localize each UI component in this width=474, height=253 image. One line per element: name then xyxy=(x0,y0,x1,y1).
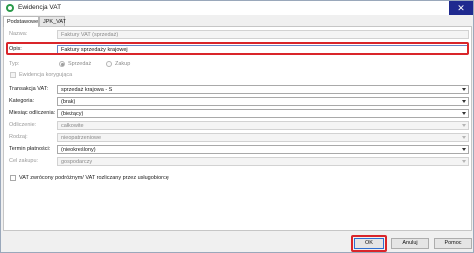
chevron-down-icon[interactable] xyxy=(462,100,466,103)
help-button[interactable]: Pomoc xyxy=(434,238,472,249)
dialog-window: Ewidencja VAT ✕ Podstawowe JPK_VAT Nazwa… xyxy=(0,0,474,253)
form-panel: Nazwa: Faktury VAT (sprzedaż) Opis: Fakt… xyxy=(3,26,472,231)
termin-value: (nieokreślony) xyxy=(61,147,96,153)
odliczenie-select: całkowite xyxy=(57,121,469,130)
row-miesiac: Miesiąc odliczenia: (bieżący) xyxy=(4,109,473,118)
miesiac-value: (bieżący) xyxy=(61,111,84,117)
cel-zakupu-label: Cel zakupu: xyxy=(9,158,39,164)
vat-zwrocony-label: VAT zwrócony podróżnym/ VAT rozliczany p… xyxy=(19,175,169,181)
miesiac-select[interactable]: (bieżący) xyxy=(57,109,469,118)
rodzaj-select: nieopatrzeniowe xyxy=(57,133,469,142)
kategoria-value: (brak) xyxy=(61,99,76,105)
app-logo-icon xyxy=(6,4,14,12)
row-typ: Typ: Sprzedaż Zakup xyxy=(4,60,473,69)
row-odliczenie: Odliczenie: całkowite xyxy=(4,121,473,130)
vat-zwrocony-checkbox[interactable] xyxy=(10,175,16,181)
row-termin: Termin płatności: (nieokreślony) xyxy=(4,145,473,154)
close-icon[interactable]: ✕ xyxy=(449,1,473,15)
tab-podstawowe[interactable]: Podstawowe xyxy=(3,16,39,27)
typ-label: Typ: xyxy=(9,61,20,67)
row-vat-zwrocony: VAT zwrócony podróżnym/ VAT rozliczany p… xyxy=(4,174,473,183)
cel-zakupu-value: gospodarczy xyxy=(61,159,93,165)
korygujaca-label: Ewidencja korygująca xyxy=(19,72,73,78)
kategoria-label: Kategoria: xyxy=(9,98,35,104)
rodzaj-label: Rodzaj: xyxy=(9,134,28,140)
opis-highlight xyxy=(6,42,469,55)
chevron-down-icon xyxy=(462,160,466,163)
nazwa-label: Nazwa: xyxy=(9,31,28,37)
title-bar: Ewidencja VAT ✕ xyxy=(1,1,473,15)
rodzaj-value: nieopatrzeniowe xyxy=(61,135,102,141)
odliczenie-label: Odliczenie: xyxy=(9,122,37,128)
radio-zakup xyxy=(106,61,112,67)
window-title: Ewidencja VAT xyxy=(18,4,62,11)
transakcja-select[interactable]: sprzedaż krajowa - S xyxy=(57,85,469,94)
miesiac-label: Miesiąc odliczenia: xyxy=(9,110,56,116)
row-korygujaca: Ewidencja korygująca xyxy=(4,71,473,80)
termin-select[interactable]: (nieokreślony) xyxy=(57,145,469,154)
cancel-button[interactable]: Anuluj xyxy=(391,238,429,249)
korygujaca-checkbox xyxy=(10,72,16,78)
odliczenie-value: całkowite xyxy=(61,123,84,129)
transakcja-value: sprzedaż krajowa - S xyxy=(61,87,113,93)
row-rodzaj: Rodzaj: nieopatrzeniowe xyxy=(4,133,473,142)
chevron-down-icon[interactable] xyxy=(462,148,466,151)
kategoria-select[interactable]: (brak) xyxy=(57,97,469,106)
cel-zakupu-select: gospodarczy xyxy=(57,157,469,166)
radio-sprzedaz-label: Sprzedaż xyxy=(68,61,92,67)
chevron-down-icon[interactable] xyxy=(462,88,466,91)
row-kategoria: Kategoria: (brak) xyxy=(4,97,473,106)
termin-label: Termin płatności: xyxy=(9,146,51,152)
ok-highlight xyxy=(351,235,387,252)
nazwa-field: Faktury VAT (sprzedaż) xyxy=(57,30,469,39)
row-nazwa: Nazwa: Faktury VAT (sprzedaż) xyxy=(4,30,473,39)
chevron-down-icon[interactable] xyxy=(462,112,466,115)
chevron-down-icon xyxy=(462,124,466,127)
tab-jpk-vat[interactable]: JPK_VAT xyxy=(39,16,66,26)
row-transakcja: Transakcja VAT: sprzedaż krajowa - S xyxy=(4,85,473,94)
transakcja-label: Transakcja VAT: xyxy=(9,86,49,92)
radio-zakup-label: Zakup xyxy=(115,61,131,67)
radio-sprzedaz xyxy=(59,61,65,67)
chevron-down-icon xyxy=(462,136,466,139)
row-cel-zakupu: Cel zakupu: gospodarczy xyxy=(4,157,473,166)
